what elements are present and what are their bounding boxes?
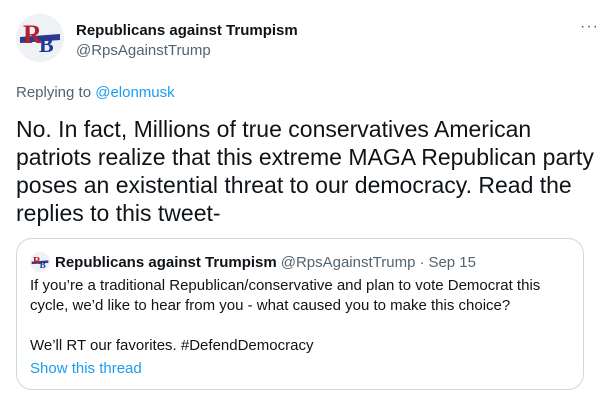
quoted-author-name: Republicans against Trumpism [55,253,277,271]
quoted-author-avatar: R B [30,252,50,272]
svg-text:B: B [40,260,46,270]
more-options-icon[interactable]: ··· [580,18,599,36]
replying-to: Replying to @elonmusk [16,84,175,101]
quoted-tweet-date[interactable]: Sep 15 [428,254,476,271]
quoted-tweet-header: R B Republicans against Trumpism @RpsAga… [30,252,476,272]
quoted-tweet-text: If you’re a traditional Republican/conse… [30,277,541,354]
mention-link[interactable]: @elonmusk [95,84,174,101]
show-thread-link[interactable]: Show this thread [30,360,142,377]
quoted-author-handle: @RpsAgainstTrump [280,253,416,271]
quoted-tweet[interactable]: R B Republicans against Trumpism @RpsAga… [16,238,584,390]
author-handle[interactable]: @RpsAgainstTrump [76,41,298,60]
svg-text:B: B [39,32,54,57]
rb-logo-icon: R B [30,252,50,272]
rb-logo-icon: R B [16,14,64,62]
author-info: Republicans against Trumpism @RpsAgainst… [76,21,298,60]
author-avatar[interactable]: R B [16,14,64,62]
author-name[interactable]: Republicans against Trumpism [76,21,298,40]
tweet-text: No. In fact, Millions of true conservati… [16,116,594,226]
tweet: R B Republicans against Trumpism @RpsAga… [0,0,613,402]
replying-to-label: Replying to [16,84,96,101]
separator-dot: · [419,253,425,271]
